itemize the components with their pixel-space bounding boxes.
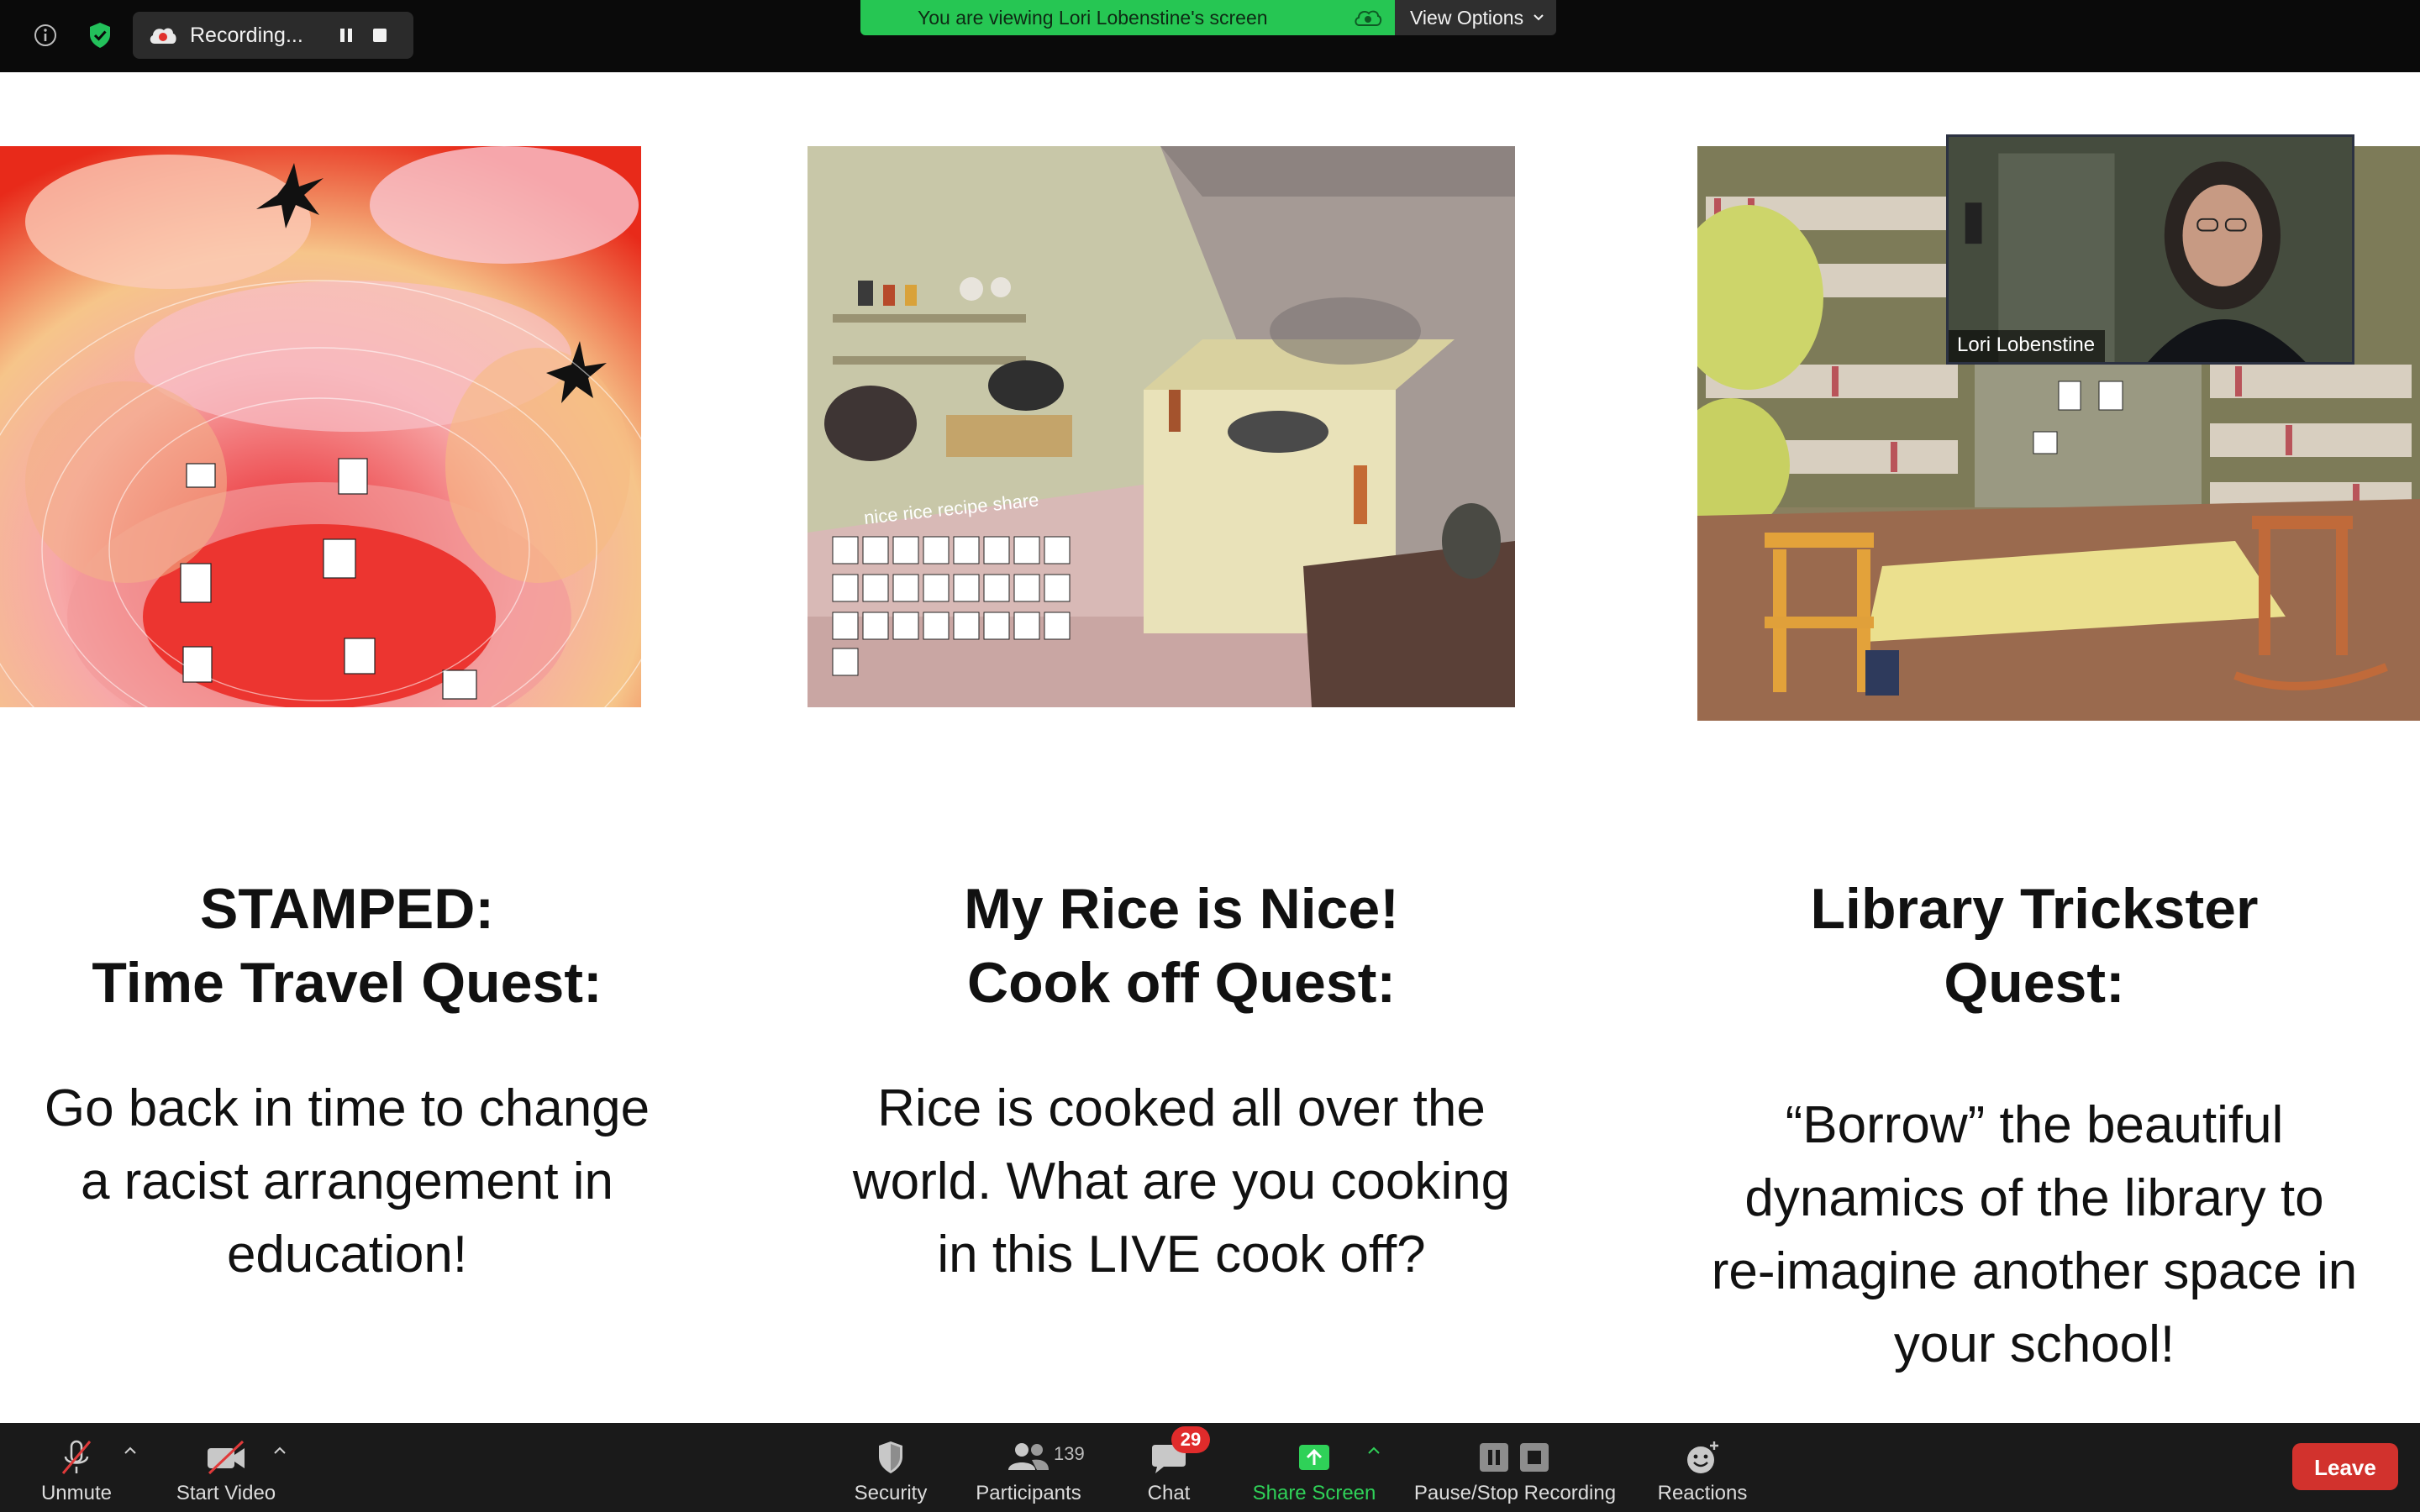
pause-stop-recording-button[interactable]: Pause/Stop Recording [1402,1423,1628,1512]
quest-1-title-line: Time Travel Quest: [92,951,602,1015]
pause-stop-recording-label: Pause/Stop Recording [1413,1482,1617,1504]
rice-kitchen-illustration: nice rice recipe share [808,146,1515,707]
quest-2-body-line: world. What are you cooking [852,1152,1511,1210]
participants-label: Participants [976,1482,1081,1504]
quest-1-title: STAMPED: Time Travel Quest: [0,872,694,1020]
recording-label: Recording... [190,24,303,47]
quest-3-body-line: your school! [1893,1315,2175,1373]
start-video-label: Start Video [176,1482,276,1504]
viewing-screen-banner: You are viewing Lori Lobenstine's screen [860,0,1395,35]
quest-1-description: Go back in time to change a racist arran… [0,1072,694,1291]
stop-icon[interactable] [363,24,397,47]
shield-check-icon[interactable] [83,18,117,52]
chat-label: Chat [1147,1482,1191,1504]
share-screen-arrow-icon [1289,1436,1339,1478]
unmute-label: Unmute [40,1482,113,1504]
reactions-icon [1677,1436,1728,1478]
info-icon[interactable] [29,18,62,52]
quest-1-body-line: Go back in time to change [44,1079,650,1137]
security-shield-icon [865,1436,916,1478]
security-label: Security [854,1482,928,1504]
quest-2-body-line: Rice is cooked all over the [877,1079,1486,1137]
view-options-button[interactable]: View Options [1395,0,1556,35]
chat-unread-badge: 29 [1171,1426,1210,1453]
participants-button[interactable]: Participants [965,1423,1092,1512]
share-screen-label: Share Screen [1252,1482,1376,1504]
quest-3-body-line: “Borrow” the beautiful [1785,1096,2284,1154]
start-video-button[interactable]: Start Video [166,1423,286,1512]
quest-2-title-line: My Rice is Nice! [964,877,1399,941]
quest-3-title-line: Quest: [1944,951,2125,1015]
leave-button[interactable]: Leave [2292,1443,2398,1490]
speaker-video-feed [1949,137,2352,362]
quest-1-title-line: STAMPED: [199,877,495,941]
quest-2-description: Rice is cooked all over the world. What … [798,1072,1565,1291]
recording-indicator: Recording... [133,12,413,59]
caret-up-icon[interactable] [1365,1441,1383,1460]
microphone-muted-icon [51,1436,102,1478]
quest-3-body-line: re-imagine another space in [1711,1242,2358,1300]
quest-3-body-line: dynamics of the library to [1744,1169,2324,1227]
meeting-controls-toolbar [0,1423,2420,1512]
participants-count: 139 [1054,1443,1085,1464]
speaker-video-thumbnail[interactable]: Lori Lobenstine [1946,134,2354,365]
reactions-button[interactable]: Reactions [1650,1423,1754,1512]
caret-up-icon[interactable] [121,1441,139,1460]
recording-cloud-icon [148,24,178,47]
caret-up-icon[interactable] [271,1441,289,1460]
share-screen-button[interactable]: Share Screen [1244,1423,1385,1512]
quest-2-body-line: in this LIVE cook off? [937,1226,1426,1284]
unmute-button[interactable]: Unmute [25,1423,128,1512]
quest-3-title-line: Library Trickster [1810,877,2259,941]
quest-1-body-line: a racist arrangement in [80,1152,614,1210]
quest-1-body-line: education! [226,1226,468,1284]
participants-icon [1003,1436,1054,1478]
pause-stop-recording-icon [1473,1436,1557,1478]
cloud-icon [1353,6,1383,29]
video-off-icon [201,1436,251,1478]
view-options-label: View Options [1410,6,1524,29]
reactions-label: Reactions [1657,1482,1748,1504]
viewing-screen-text: You are viewing Lori Lobenstine's screen [918,7,1268,29]
quest-3-title: Library Trickster Quest: [1677,872,2391,1020]
quest-2-title-line: Cook off Quest: [967,951,1396,1015]
pause-icon[interactable] [329,24,363,47]
security-button[interactable]: Security [840,1423,941,1512]
chevron-down-icon [1534,14,1544,21]
quest-3-description: “Borrow” the beautiful dynamics of the l… [1677,1089,2391,1381]
quest-2-title: My Rice is Nice! Cook off Quest: [798,872,1565,1020]
time-travel-illustration [0,146,641,707]
speaker-name-label: Lori Lobenstine [1949,330,2106,362]
meeting-top-bar: Recording... You are viewing Lori Lobens… [0,0,2420,72]
